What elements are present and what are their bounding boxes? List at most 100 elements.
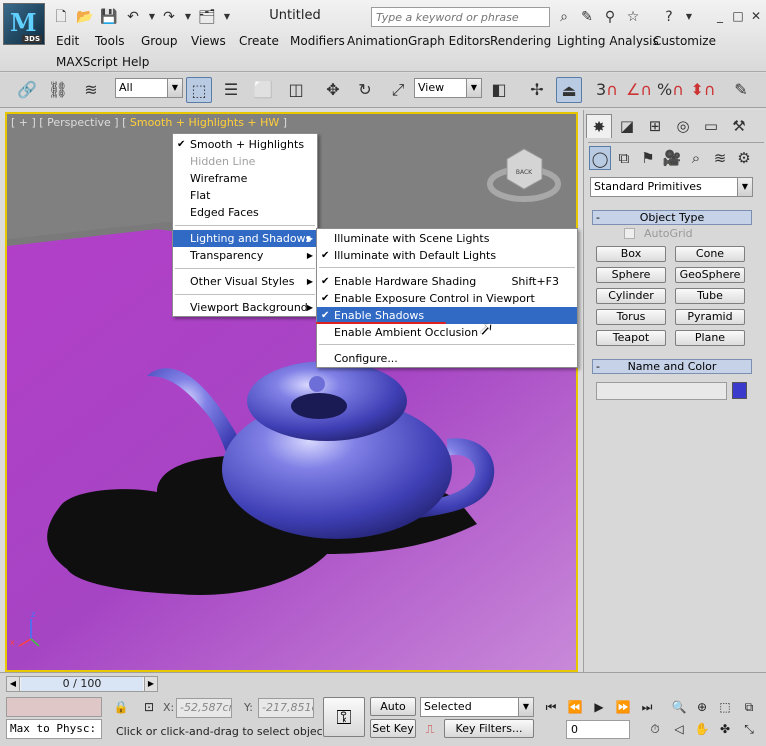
menu-item-edged-faces[interactable]: Edged Faces: [173, 204, 317, 221]
menu-animation[interactable]: Animation: [347, 34, 408, 48]
search-input[interactable]: [372, 8, 549, 26]
communication-icon[interactable]: ⚲: [601, 8, 619, 26]
select-and-scale-icon[interactable]: ⤢: [385, 77, 411, 103]
subscription-icon[interactable]: ✎: [578, 8, 596, 26]
shapes-icon[interactable]: ⧉: [613, 146, 635, 170]
reference-coordinate-dropdown[interactable]: View ▼: [414, 78, 482, 98]
menu-create[interactable]: Create: [239, 34, 279, 48]
time-configuration-icon[interactable]: ⏱: [646, 720, 664, 738]
viewport-label-prefix[interactable]: [ + ] [ Perspective ] [: [11, 116, 126, 129]
set-key-mode-icon[interactable]: ⚿: [323, 697, 365, 737]
redo-icon[interactable]: ↷: [160, 8, 178, 26]
object-color-swatch[interactable]: [732, 382, 747, 399]
slider-right-icon[interactable]: ▶: [144, 677, 157, 691]
close-button[interactable]: ✕: [748, 8, 764, 24]
current-frame-field[interactable]: 0: [566, 720, 630, 739]
project-dropdown-icon[interactable]: ▼: [218, 8, 236, 26]
menu-item-smooth-highlights[interactable]: ✔ Smooth + Highlights: [173, 136, 317, 153]
modify-tab-icon[interactable]: ◪: [614, 114, 640, 138]
menu-modifiers[interactable]: Modifiers: [290, 34, 345, 48]
open-folder-icon[interactable]: 📂: [76, 8, 94, 26]
torus-button[interactable]: Torus: [596, 309, 666, 325]
viewport-shading-mode[interactable]: Smooth + Highlights + HW: [130, 116, 279, 129]
menu-item-transparency[interactable]: Transparency ▶: [173, 247, 317, 264]
unlink-selection-icon[interactable]: ⛓: [45, 77, 71, 103]
menu-lighting-analysis[interactable]: Lighting Analysis: [557, 34, 659, 48]
window-crossing-icon[interactable]: ◫: [283, 77, 309, 103]
help-icon[interactable]: ?: [660, 8, 678, 26]
keyboard-shortcut-override-icon[interactable]: ⏏: [556, 77, 582, 103]
menu-group[interactable]: Group: [141, 34, 178, 48]
viewport-label[interactable]: [ + ] [ Perspective ] [ Smooth + Highlig…: [11, 116, 287, 129]
select-object-icon[interactable]: ⬚: [186, 77, 212, 103]
snaps-toggle-icon[interactable]: 3∩: [594, 77, 620, 103]
save-icon[interactable]: 💾: [100, 8, 118, 26]
application-menu-button[interactable]: M 3DS: [3, 3, 45, 45]
key-filters-button[interactable]: Key Filters...: [444, 719, 534, 738]
undo-icon[interactable]: ↶: [124, 8, 142, 26]
cylinder-button[interactable]: Cylinder: [596, 288, 666, 304]
select-and-manipulate-icon[interactable]: ✢: [524, 77, 550, 103]
play-icon[interactable]: ▶: [590, 698, 608, 716]
maxscript-listener-input[interactable]: Max to Physc:: [6, 719, 102, 739]
menu-item-viewport-background[interactable]: Viewport Background ▶: [173, 299, 317, 316]
favorites-icon[interactable]: ☆: [624, 8, 642, 26]
helpers-icon[interactable]: ⌕: [685, 146, 707, 170]
sphere-button[interactable]: Sphere: [596, 267, 666, 283]
display-tab-icon[interactable]: ▭: [698, 114, 724, 138]
menu-item-enable-hardware-shading[interactable]: ✔ Enable Hardware Shading Shift+F3: [317, 273, 577, 290]
y-coordinate-field[interactable]: -217,851cr: [258, 698, 314, 718]
menu-rendering[interactable]: Rendering: [490, 34, 551, 48]
go-to-start-icon[interactable]: ⏮: [542, 698, 560, 716]
box-button[interactable]: Box: [596, 246, 666, 262]
previous-frame-icon[interactable]: ⏪: [566, 698, 584, 716]
edit-named-selection-icon[interactable]: ✎: [728, 77, 754, 103]
help-dropdown-icon[interactable]: ▼: [680, 8, 698, 26]
geosphere-button[interactable]: GeoSphere: [675, 267, 745, 283]
curve-icon[interactable]: ⎍: [421, 720, 439, 738]
absolute-mode-icon[interactable]: ⊡: [140, 698, 158, 716]
next-frame-icon[interactable]: ⏩: [614, 698, 632, 716]
time-slider-label[interactable]: 0 / 100: [21, 677, 143, 691]
menu-item-illuminate-scene-lights[interactable]: Illuminate with Scene Lights: [317, 230, 577, 247]
zoom-extents-all-icon[interactable]: ⧉: [740, 698, 758, 716]
menu-views[interactable]: Views: [191, 34, 226, 48]
teapot-button[interactable]: Teapot: [596, 330, 666, 346]
menu-item-other-visual-styles[interactable]: Other Visual Styles ▶: [173, 273, 317, 290]
orbit-icon[interactable]: ✤: [716, 720, 734, 738]
utilities-tab-icon[interactable]: ⚒: [726, 114, 752, 138]
menu-tools[interactable]: Tools: [95, 34, 125, 48]
maximize-viewport-icon[interactable]: ⤡: [740, 720, 758, 738]
angle-snap-icon[interactable]: ∠∩: [626, 77, 652, 103]
menu-graph-editors[interactable]: Graph Editors: [408, 34, 490, 48]
menu-item-flat[interactable]: Flat: [173, 187, 317, 204]
object-type-rollout[interactable]: - Object Type: [592, 210, 752, 225]
select-and-link-icon[interactable]: 🔗: [14, 77, 40, 103]
undo-dropdown-icon[interactable]: ▼: [143, 8, 161, 26]
new-file-icon[interactable]: 🗋: [52, 8, 70, 26]
maxscript-listener-pink[interactable]: [6, 697, 102, 717]
selection-filter-dropdown[interactable]: All ▼: [115, 78, 183, 98]
go-to-end-icon[interactable]: ⏭: [638, 698, 656, 716]
object-name-input[interactable]: [596, 382, 727, 400]
cameras-icon[interactable]: 🎥: [661, 146, 683, 170]
plane-button[interactable]: Plane: [675, 330, 745, 346]
key-mode-dropdown[interactable]: Selected ▼: [420, 697, 534, 717]
zoom-icon[interactable]: 🔍: [670, 698, 688, 716]
project-folder-icon[interactable]: 🗂: [198, 8, 216, 26]
set-key-button[interactable]: Set Key: [370, 719, 416, 738]
autogrid-checkbox[interactable]: [624, 228, 635, 239]
percent-snap-icon[interactable]: %∩: [657, 77, 684, 103]
select-by-name-icon[interactable]: ☰: [218, 77, 244, 103]
auto-key-button[interactable]: Auto Key: [370, 697, 416, 730]
x-coordinate-field[interactable]: -52,587cm: [176, 698, 232, 718]
menu-item-illuminate-default-lights[interactable]: ✔ Illuminate with Default Lights: [317, 247, 577, 264]
menu-item-wireframe[interactable]: Wireframe: [173, 170, 317, 187]
cone-button[interactable]: Cone: [675, 246, 745, 262]
primitive-category-dropdown[interactable]: Standard Primitives ▼: [590, 177, 753, 197]
menu-item-configure[interactable]: Configure...: [317, 350, 577, 367]
spinner-snap-icon[interactable]: ⬍∩: [690, 77, 716, 103]
menu-item-enable-ambient-occlusion[interactable]: Enable Ambient Occlusion: [317, 324, 577, 341]
binoculars-icon[interactable]: ⌕: [555, 8, 573, 26]
menu-item-enable-exposure-control[interactable]: ✔ Enable Exposure Control in Viewport: [317, 290, 577, 307]
